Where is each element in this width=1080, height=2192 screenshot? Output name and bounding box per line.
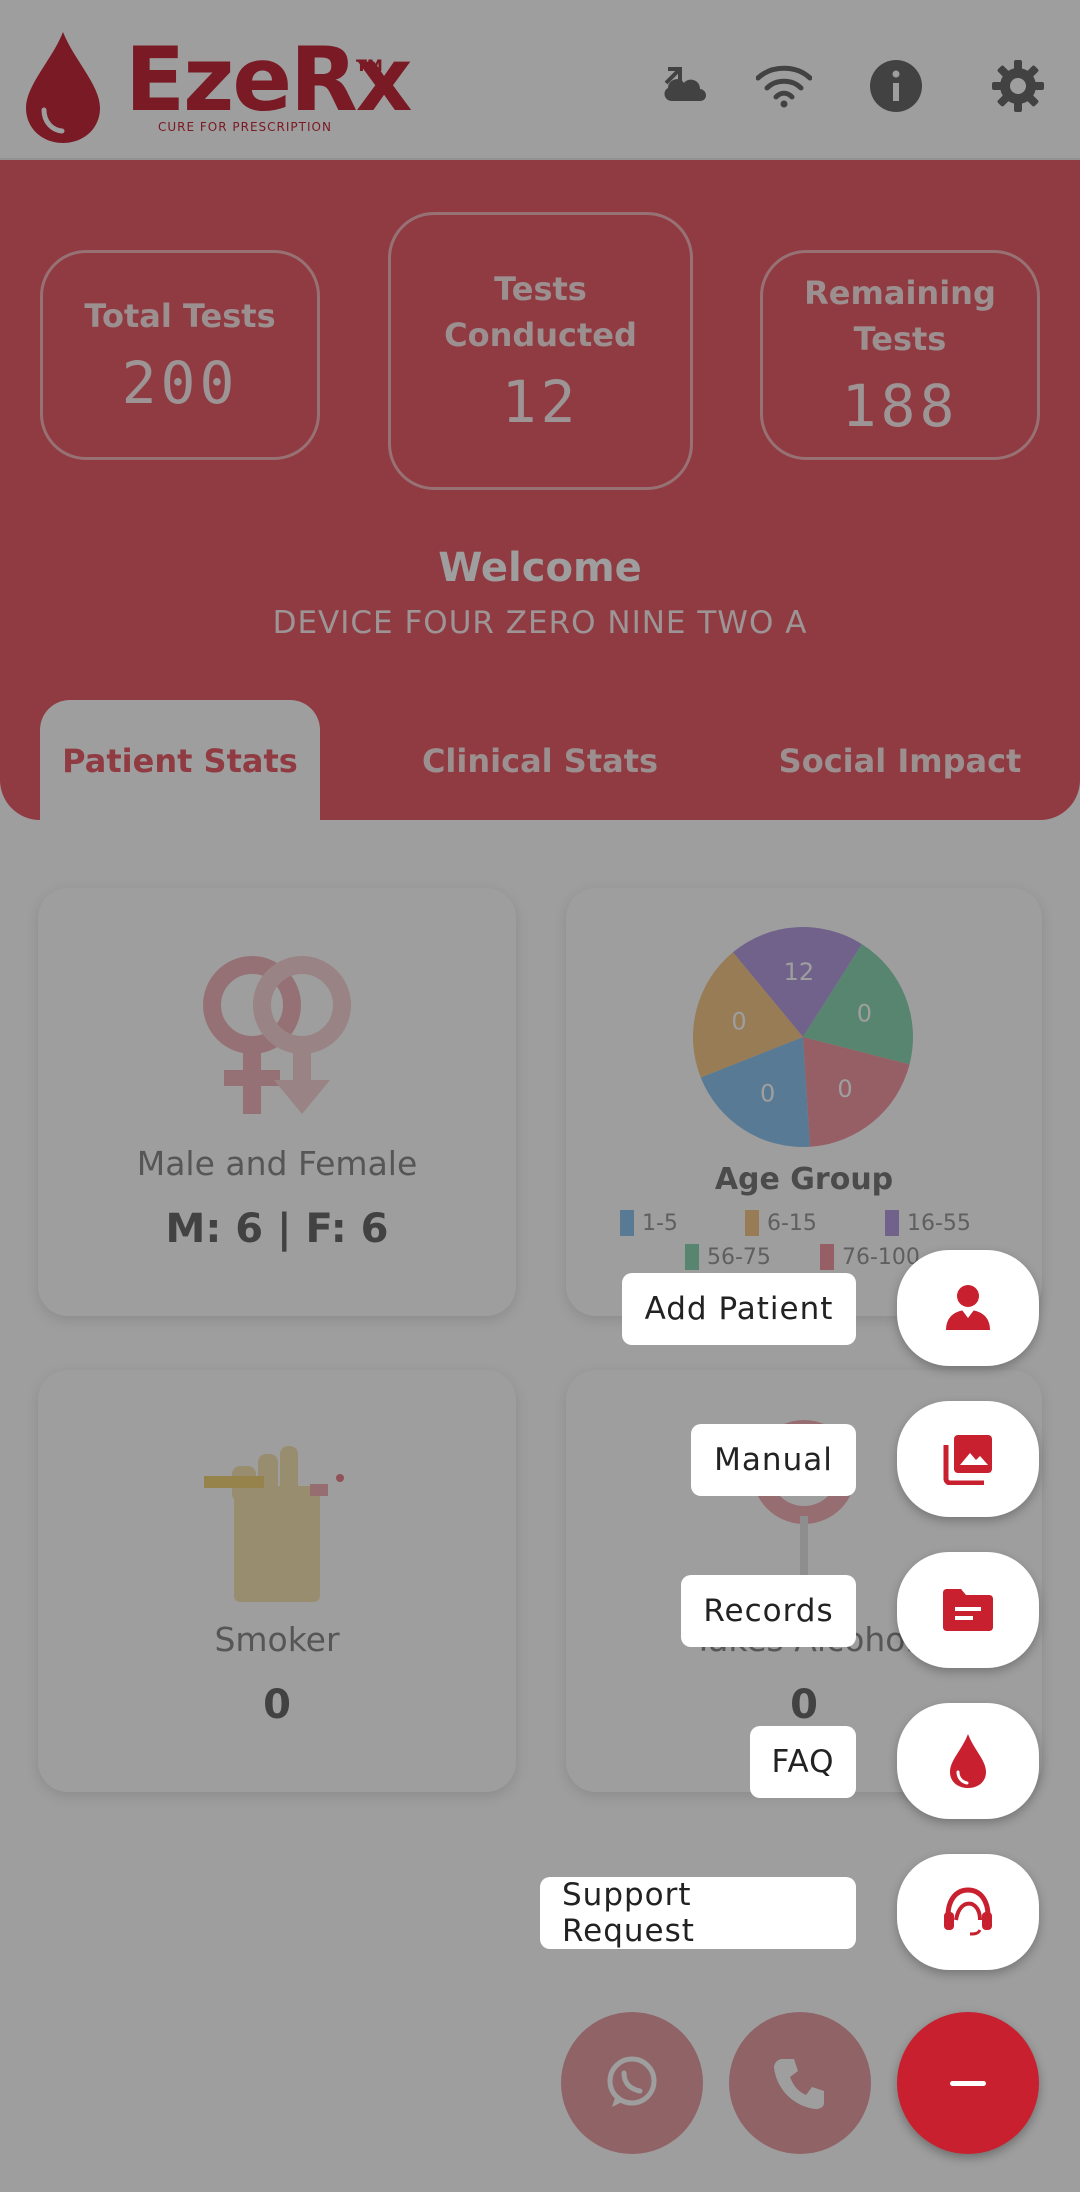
headset-icon — [944, 1887, 992, 1936]
records-button[interactable] — [897, 1552, 1039, 1668]
folder-icon — [943, 1589, 993, 1631]
support-request-label[interactable]: Support Request — [540, 1877, 856, 1949]
support-request-button[interactable] — [897, 1854, 1039, 1970]
person-icon — [946, 1285, 990, 1330]
blood-drop-icon — [950, 1734, 986, 1788]
app-screen: EzeRx TM CURE FOR PRESCRIPTION Total Tes… — [0, 0, 1080, 2192]
photo-library-icon — [943, 1435, 992, 1485]
add-patient-button[interactable] — [897, 1250, 1039, 1366]
faq-button[interactable] — [897, 1703, 1039, 1819]
add-patient-label[interactable]: Add Patient — [622, 1273, 856, 1345]
faq-label[interactable]: FAQ — [750, 1726, 856, 1798]
speed-dial-close-button[interactable] — [897, 2012, 1039, 2154]
manual-button[interactable] — [897, 1401, 1039, 1517]
records-label[interactable]: Records — [681, 1575, 856, 1647]
manual-label[interactable]: Manual — [691, 1424, 856, 1496]
minus-icon — [950, 2080, 986, 2086]
